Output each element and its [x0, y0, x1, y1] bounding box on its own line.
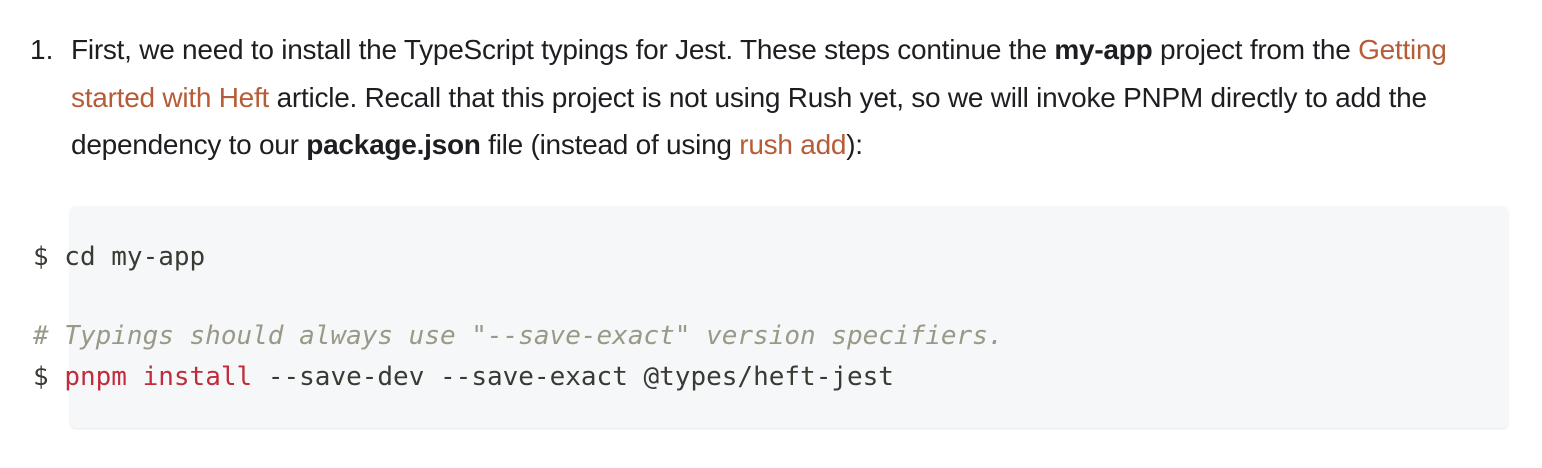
rush-add-link[interactable]: rush add [739, 129, 846, 160]
code-line-pnpm-install: $ pnpm install --save-dev --save-exact @… [33, 360, 894, 394]
bold-package-json: package.json [306, 129, 481, 160]
list-item-number: 1. [30, 34, 54, 65]
code-prompt: $ [33, 362, 65, 392]
text-segment-2: project from the [1152, 34, 1359, 65]
bold-my-app: my-app [1054, 34, 1153, 65]
instruction-paragraph: First, we need to install the TypeScript… [71, 26, 1501, 169]
code-line-cd: $ cd my-app [33, 242, 206, 272]
text-segment-5: ): [846, 129, 863, 160]
text-segment-4: file (instead of using [480, 129, 740, 160]
text-segment-1: First, we need to install the TypeScript… [71, 34, 1055, 65]
code-args: --save-dev --save-exact @types/heft-jest [252, 362, 894, 392]
code-comment-line: # Typings should always use "--save-exac… [33, 321, 1004, 351]
code-keyword-install: install [142, 362, 253, 392]
code-keyword-pnpm: pnpm [64, 362, 127, 392]
code-block[interactable] [70, 206, 1508, 428]
